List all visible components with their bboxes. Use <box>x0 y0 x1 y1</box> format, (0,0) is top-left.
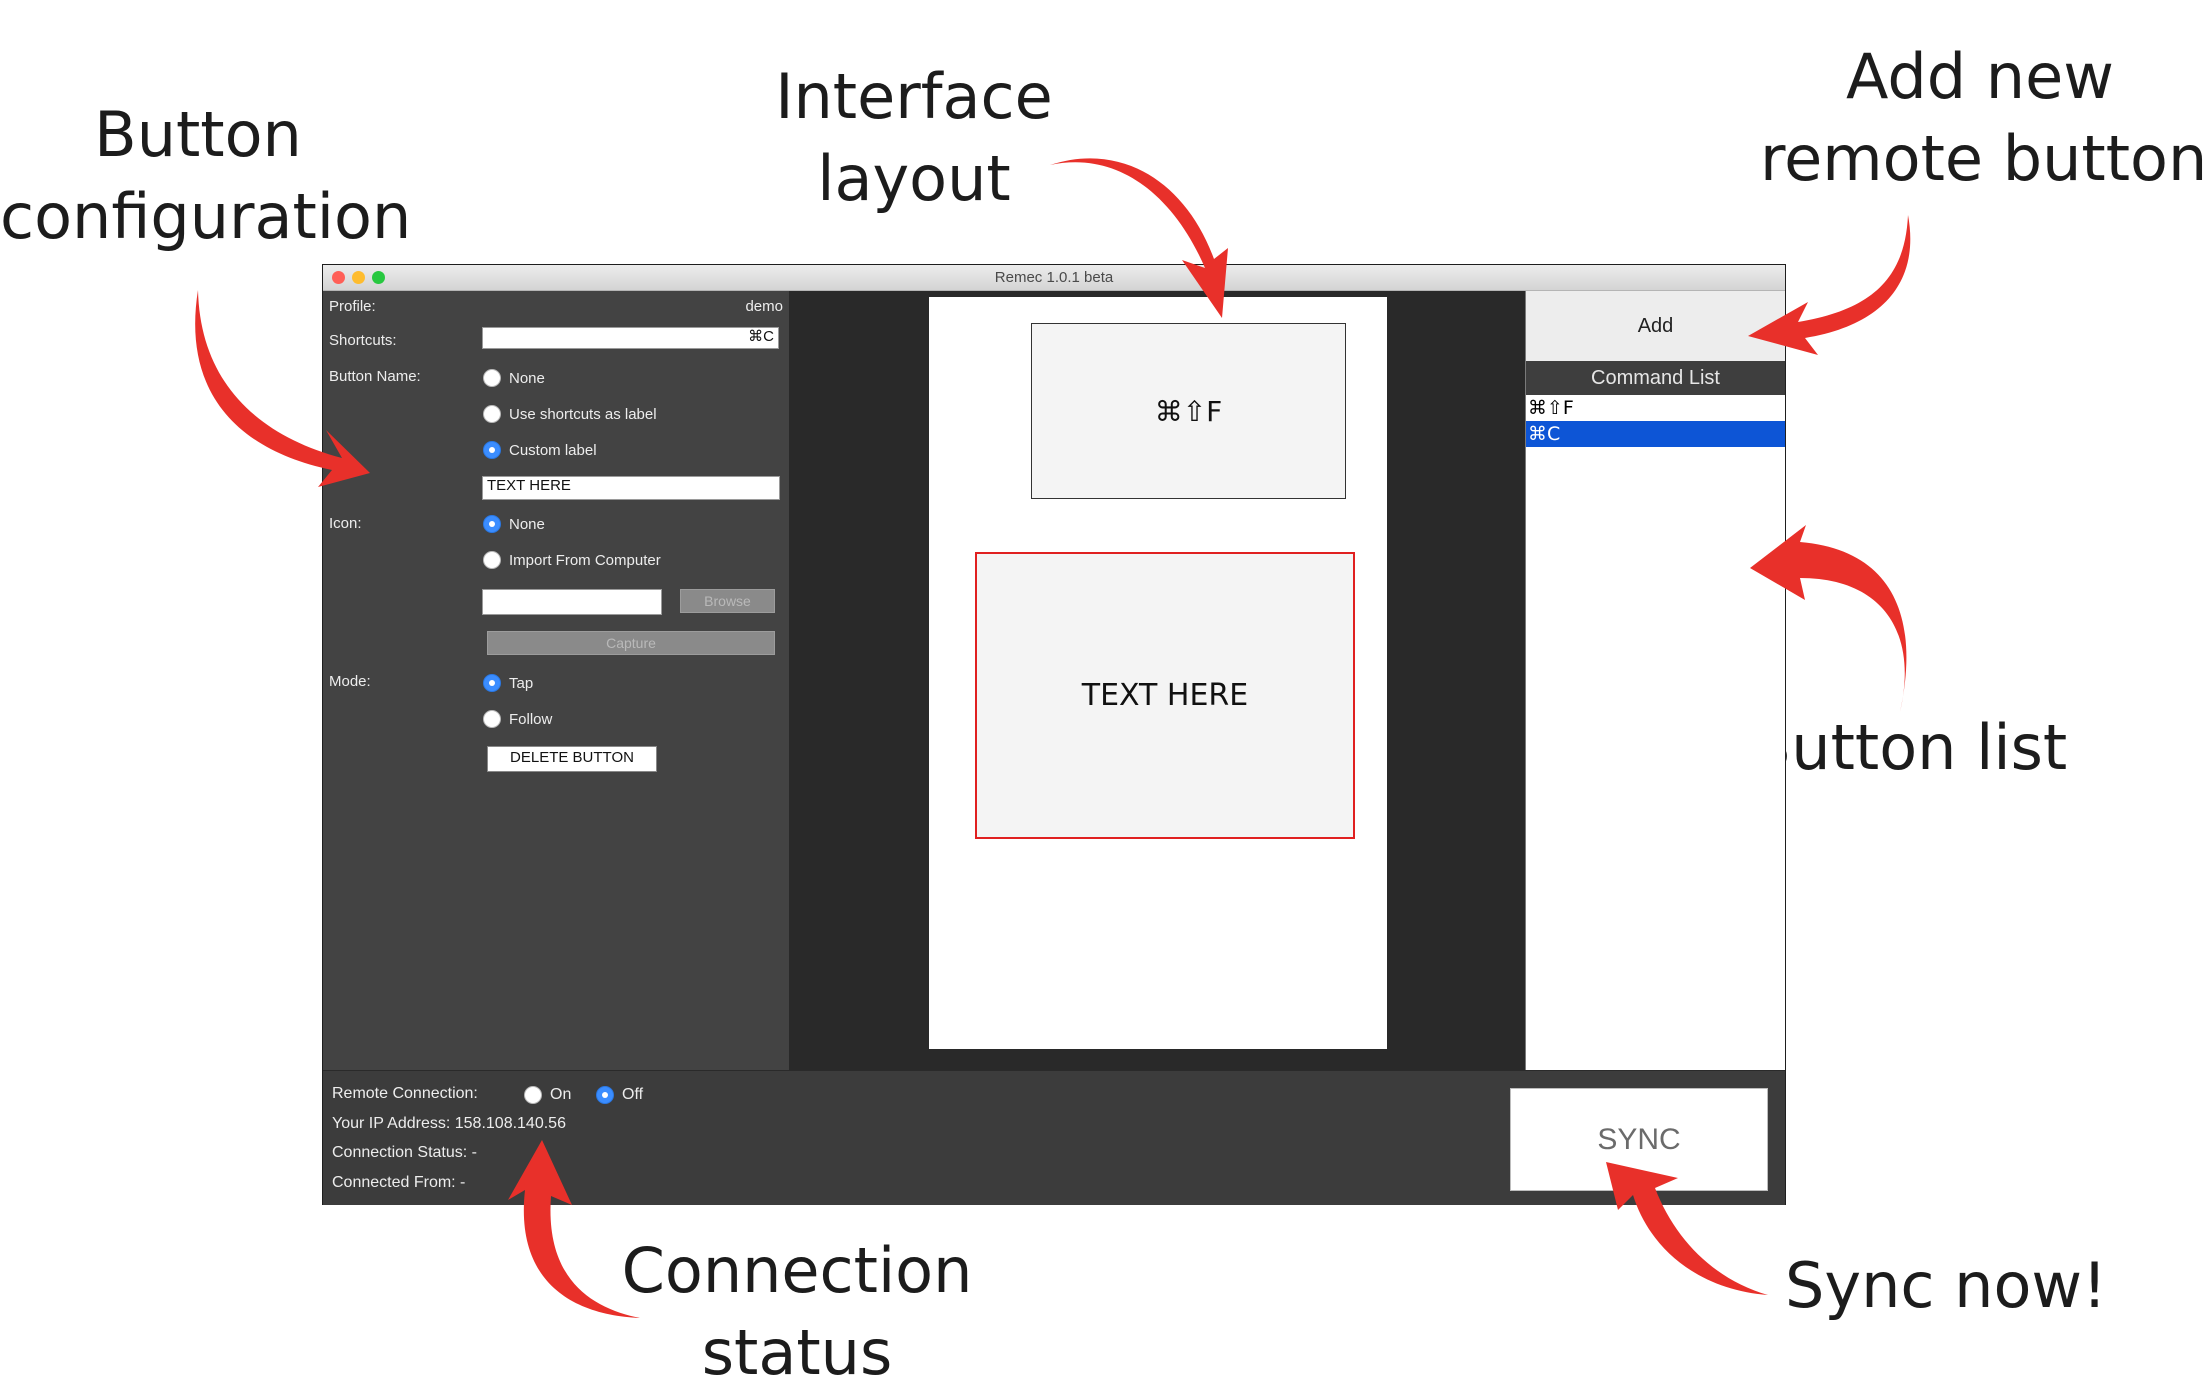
command-list-panel: Add Command List ⌘⇧F ⌘C <box>1525 291 1785 1070</box>
ip-address-text: Your IP Address: 158.108.140.56 <box>332 1115 566 1132</box>
radio-checked-icon <box>483 674 501 692</box>
connection-off-radio[interactable]: Off <box>596 1084 643 1106</box>
annotation-sync-now: Sync now! <box>1785 1249 2107 1322</box>
remote-connection-label: Remote Connection: <box>332 1085 478 1102</box>
button-config-panel: Profile: demo Shortcuts: ⌘C Button Name:… <box>323 291 789 1070</box>
annotation-line: Add new <box>1846 40 2114 113</box>
annotation-interface-layout: Interface layout <box>738 56 1090 220</box>
radio-label: Tap <box>509 674 534 692</box>
radio-label: Use shortcuts as label <box>509 405 657 423</box>
layout-button-shortcut[interactable]: ⌘⇧F <box>1031 323 1346 499</box>
layout-button-custom-selected[interactable]: TEXT HERE <box>975 552 1355 839</box>
connection-on-radio[interactable]: On <box>524 1084 571 1106</box>
icon-label: Icon: <box>329 515 362 532</box>
button-name-custom-radio[interactable]: Custom label <box>483 439 597 461</box>
window-title: Remec 1.0.1 beta <box>994 269 1114 286</box>
connection-status-text: Connection Status: - <box>332 1144 477 1161</box>
icon-path-field[interactable] <box>482 589 662 615</box>
profile-label: Profile: <box>329 298 376 315</box>
annotation-line: Connection <box>621 1234 973 1307</box>
icon-none-radio[interactable]: None <box>483 513 545 535</box>
sync-button[interactable]: SYNC <box>1510 1088 1768 1191</box>
radio-label: Import From Computer <box>509 551 661 569</box>
radio-label: Custom label <box>509 441 597 459</box>
shortcuts-label: Shortcuts: <box>329 332 397 349</box>
annotation-add-new-remote-button: Add new remote button <box>1760 36 2206 200</box>
command-list-header: Command List <box>1526 361 1785 395</box>
mode-follow-radio[interactable]: Follow <box>483 708 552 730</box>
button-name-label: Button Name: <box>329 368 421 385</box>
command-list-item-selected[interactable]: ⌘C <box>1526 421 1785 447</box>
remote-layout-canvas[interactable]: ⌘⇧F TEXT HERE <box>929 297 1387 1049</box>
annotation-button-configuration: Button configuration <box>0 94 412 258</box>
mode-tap-radio[interactable]: Tap <box>483 672 533 694</box>
annotation-line: remote button <box>1760 122 2206 195</box>
custom-label-field[interactable]: TEXT HERE <box>482 476 780 500</box>
title-bar: Remec 1.0.1 beta <box>323 265 1785 291</box>
radio-label: On <box>550 1086 572 1103</box>
delete-button[interactable]: DELETE BUTTON <box>487 746 657 772</box>
annotation-line: configuration <box>0 180 412 253</box>
annotation-line: Button <box>94 98 302 171</box>
shortcuts-field[interactable]: ⌘C <box>482 327 779 349</box>
radio-checked-icon <box>483 441 501 459</box>
annotation-line: status <box>701 1316 893 1389</box>
annotation-line: Interface <box>775 60 1053 133</box>
browse-button[interactable]: Browse <box>680 589 775 613</box>
radio-checked-icon <box>483 515 501 533</box>
button-name-shortcut-radio[interactable]: Use shortcuts as label <box>483 403 657 425</box>
radio-unchecked-icon <box>483 369 501 387</box>
radio-unchecked-icon <box>483 710 501 728</box>
annotation-connection-status: Connection status <box>600 1230 994 1394</box>
connection-bar: Remote Connection: On Off Your IP Addres… <box>323 1070 1785 1205</box>
add-button[interactable]: Add <box>1526 291 1785 361</box>
radio-label: None <box>509 515 545 533</box>
icon-import-radio[interactable]: Import From Computer <box>483 549 661 571</box>
radio-unchecked-icon <box>483 405 501 423</box>
mode-label: Mode: <box>329 673 371 690</box>
button-name-none-radio[interactable]: None <box>483 367 545 389</box>
app-window: Remec 1.0.1 beta Profile: demo Shortcuts… <box>323 265 1785 1205</box>
command-list-item[interactable]: ⌘⇧F <box>1526 395 1785 421</box>
radio-unchecked-icon <box>483 551 501 569</box>
radio-checked-icon <box>596 1086 614 1104</box>
radio-unchecked-icon <box>524 1086 542 1104</box>
radio-label: Off <box>622 1086 644 1103</box>
capture-button[interactable]: Capture <box>487 631 775 655</box>
annotation-line: layout <box>817 142 1011 215</box>
interface-layout-area: ⌘⇧F TEXT HERE <box>789 291 1525 1070</box>
radio-label: None <box>509 369 545 387</box>
profile-value: demo <box>745 298 783 315</box>
connected-from-text: Connected From: - <box>332 1174 466 1191</box>
radio-label: Follow <box>509 710 553 728</box>
